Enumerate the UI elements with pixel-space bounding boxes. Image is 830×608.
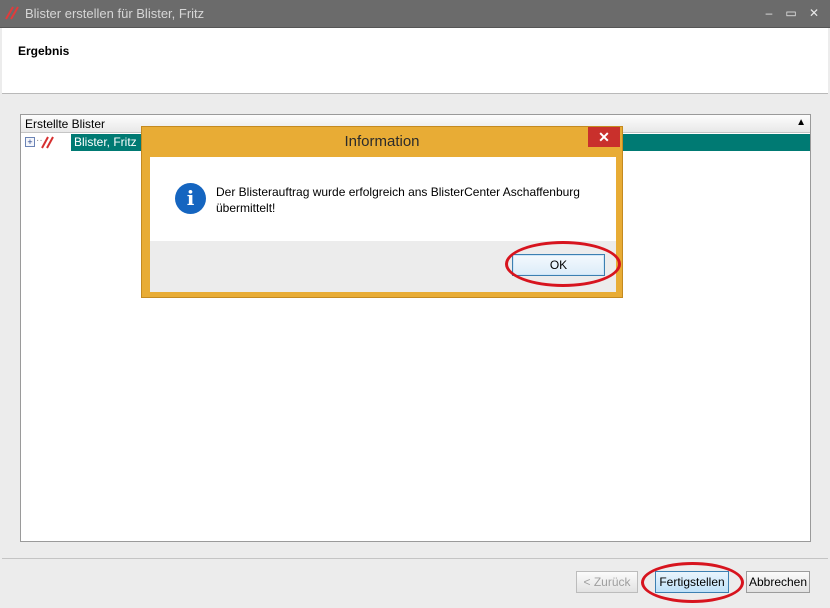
expand-icon[interactable]: + bbox=[25, 137, 35, 147]
dialog-title: Information bbox=[344, 133, 420, 150]
window-title: Blister erstellen für Blister, Fritz bbox=[25, 6, 205, 21]
dialog-close-button[interactable]: ✕ bbox=[588, 127, 620, 147]
info-icon: i bbox=[175, 183, 206, 214]
window-titlebar: Blister erstellen für Blister, Fritz – ▭… bbox=[0, 0, 830, 28]
maximize-icon[interactable]: ▭ bbox=[780, 4, 802, 22]
blister-app-icon bbox=[5, 6, 19, 20]
page-title: Ergebnis bbox=[18, 44, 70, 58]
close-icon[interactable]: ✕ bbox=[803, 4, 825, 22]
wizard-header: Ergebnis bbox=[2, 28, 828, 94]
ok-highlight-ring bbox=[505, 241, 621, 287]
tree-header-label: Erstellte Blister bbox=[25, 117, 106, 131]
minimize-icon[interactable]: – bbox=[758, 4, 780, 22]
sort-caret-icon[interactable]: ▲ bbox=[796, 117, 806, 128]
back-button[interactable]: < Zurück bbox=[576, 571, 638, 593]
finish-highlight-ring bbox=[641, 562, 744, 603]
cancel-button[interactable]: Abbrechen bbox=[746, 571, 810, 593]
footer-divider bbox=[2, 558, 828, 559]
dialog-message: Der Blisterauftrag wurde erfolgreich ans… bbox=[216, 185, 580, 215]
blister-icon bbox=[41, 136, 54, 149]
